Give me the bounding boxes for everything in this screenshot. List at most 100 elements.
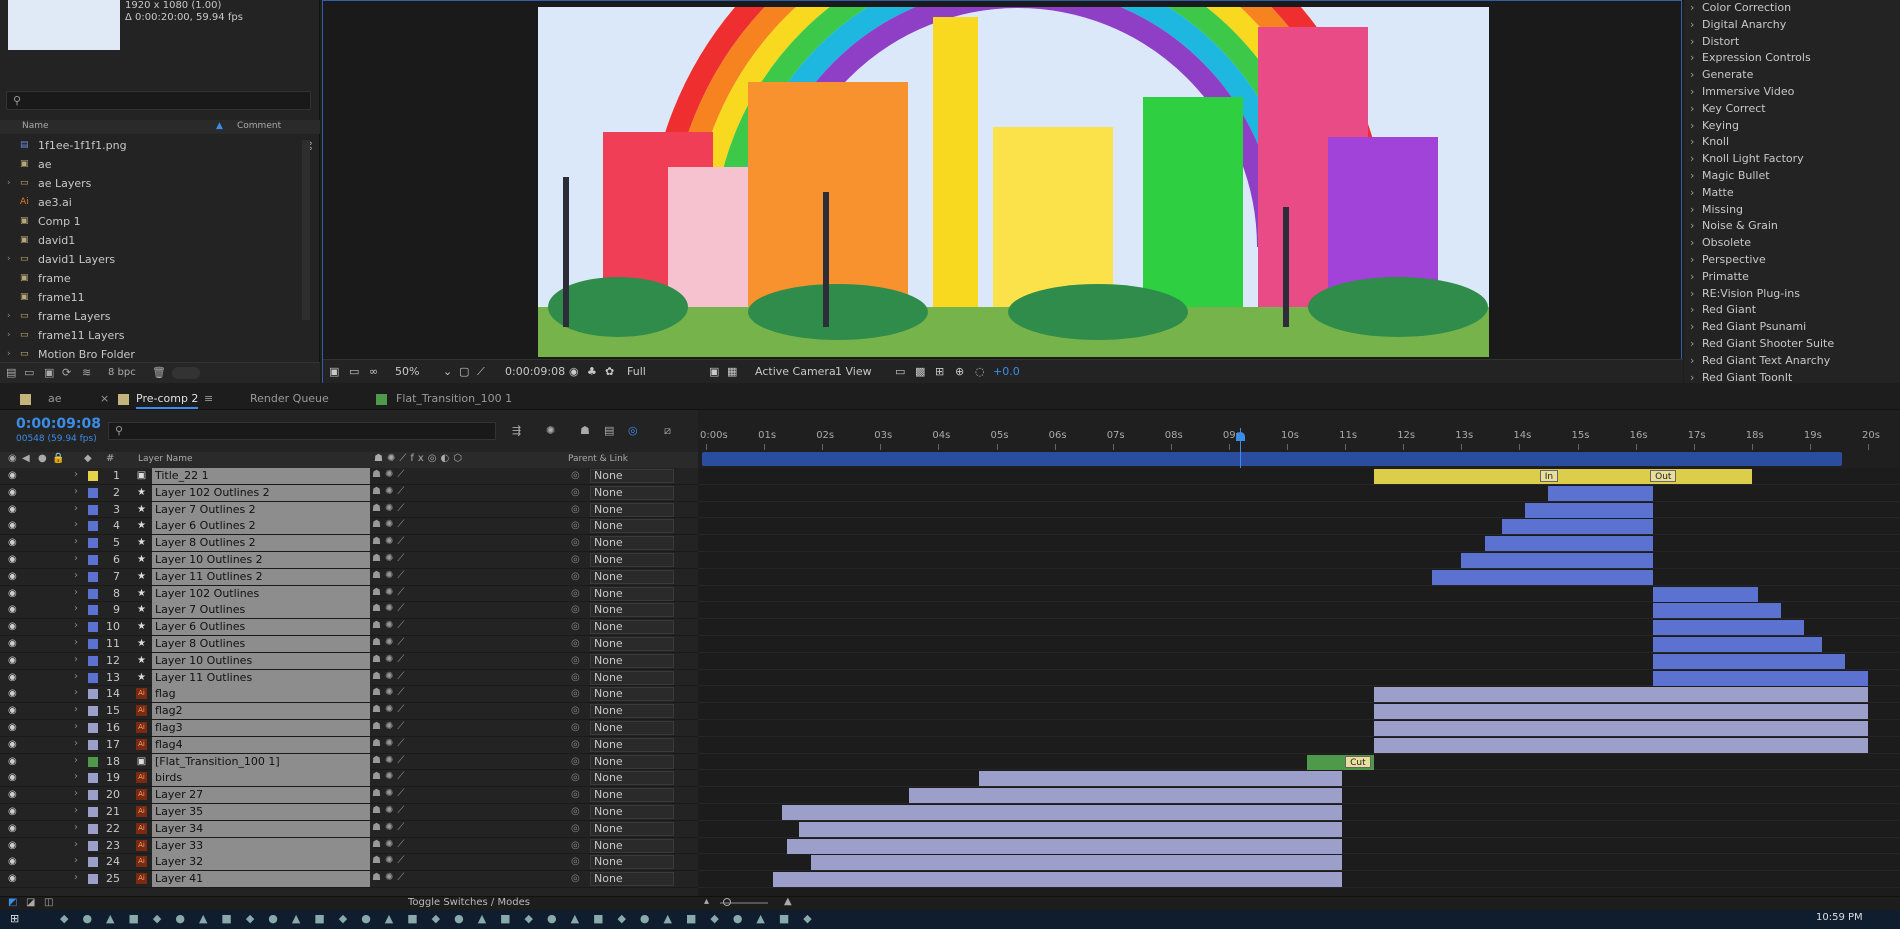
parent-select[interactable]: None xyxy=(590,569,674,584)
layer-row[interactable]: ◉ › 17 Ai flag4 ☗✺⟋ ◎ None xyxy=(0,736,698,754)
layer-duration-bar[interactable] xyxy=(810,855,1343,871)
layer-switches[interactable]: ☗✺⟋ xyxy=(372,503,408,514)
bpc-button[interactable]: 8 bpc xyxy=(108,367,136,378)
current-time-display[interactable]: 0:00:09:08 xyxy=(16,416,101,432)
layer-label-color[interactable] xyxy=(88,840,98,851)
layer-switches[interactable]: ☗✺⟋ xyxy=(372,620,408,631)
layer-row[interactable]: ◉ › 18 ▣ [Flat_Transition_100 1] ☗✺⟋ ◎ None xyxy=(0,753,698,771)
layer-switches[interactable]: ☗✺⟋ xyxy=(372,704,408,715)
viewer-timecode[interactable]: 0:00:09:08 xyxy=(505,365,565,378)
eye-icon[interactable]: ◉ xyxy=(8,621,17,632)
region-of-interest-icon[interactable]: ▣ xyxy=(709,365,719,378)
effect-category[interactable]: Red Giant xyxy=(1684,302,1900,319)
parent-select[interactable]: None xyxy=(590,788,674,803)
layer-duration-bar[interactable] xyxy=(1653,586,1758,602)
layer-switches[interactable]: ☗✺⟋ xyxy=(372,771,408,782)
start-icon[interactable]: ⊞ xyxy=(10,912,19,925)
layer-name[interactable]: Layer 7 Outlines 2 xyxy=(152,501,370,518)
layer-row[interactable]: ◉ › 21 Ai Layer 35 ☗✺⟋ ◎ None xyxy=(0,804,698,821)
layer-row[interactable]: ◉ › 2 ★ Layer 102 Outlines 2 ☗✺⟋ ◎ None xyxy=(0,484,698,502)
video-toggle-icon[interactable]: ◉ xyxy=(8,453,17,464)
layer-label-color[interactable] xyxy=(88,622,98,633)
pick-whip-icon[interactable]: ◎ xyxy=(571,554,580,565)
eye-icon[interactable]: ◉ xyxy=(8,789,17,800)
transparency-grid-icon[interactable]: ▦ xyxy=(727,365,737,378)
zoom-in-icon[interactable]: ▲ xyxy=(784,896,792,907)
vr-glasses-icon[interactable]: ∞ xyxy=(369,365,378,378)
layer-duration-bar[interactable] xyxy=(1374,469,1752,484)
pick-whip-icon[interactable]: ◎ xyxy=(571,621,580,632)
layer-label-color[interactable] xyxy=(88,706,98,717)
layer-label-color[interactable] xyxy=(88,487,98,498)
eye-icon[interactable]: ◉ xyxy=(8,554,17,565)
label-icon[interactable]: ◆ xyxy=(84,453,92,464)
flow-icon[interactable]: ⟳ xyxy=(62,366,71,379)
timeline-icon[interactable]: ▩ xyxy=(915,365,925,378)
current-time-indicator-head[interactable] xyxy=(1236,432,1245,441)
tab-ae[interactable]: ae xyxy=(48,392,62,405)
pick-whip-icon[interactable]: ◎ xyxy=(571,772,580,783)
expand-chevron-icon[interactable]: › xyxy=(7,307,11,326)
expand-chevron-icon[interactable]: › xyxy=(74,822,78,833)
layer-label-color[interactable] xyxy=(88,773,98,784)
layer-marker-cut[interactable]: Cut xyxy=(1345,755,1371,768)
layer-label-color[interactable] xyxy=(88,689,98,700)
layer-duration-bar[interactable] xyxy=(1653,670,1868,686)
layer-label-color[interactable] xyxy=(88,639,98,649)
expand-chevron-icon[interactable]: › xyxy=(74,687,78,698)
layer-duration-bar[interactable] xyxy=(787,838,1343,854)
layer-name[interactable]: Layer 11 Outlines xyxy=(152,669,370,686)
project-settings-icon[interactable]: ≋ xyxy=(82,366,91,379)
layer-duration-bar[interactable] xyxy=(909,788,1343,804)
layer-duration-bar[interactable] xyxy=(1653,637,1822,652)
layer-row[interactable]: ◉ › 7 ★ Layer 11 Outlines 2 ☗✺⟋ ◎ None xyxy=(0,568,698,586)
column-parent-link[interactable]: Parent & Link xyxy=(568,454,628,464)
expand-chevron-icon[interactable]: › xyxy=(74,788,78,799)
pick-whip-icon[interactable]: ◎ xyxy=(571,604,580,615)
layer-name[interactable]: birds xyxy=(152,770,370,787)
eye-icon[interactable]: ◉ xyxy=(8,604,17,615)
parent-select[interactable]: None xyxy=(590,603,674,618)
eye-icon[interactable]: ◉ xyxy=(8,520,17,531)
pick-whip-icon[interactable]: ◎ xyxy=(571,873,580,884)
eye-icon[interactable]: ◉ xyxy=(8,688,17,699)
pick-whip-icon[interactable]: ◎ xyxy=(571,655,580,666)
zoom-slider-handle[interactable] xyxy=(723,898,731,906)
sort-ascending-icon[interactable]: ▲ xyxy=(216,121,223,131)
layer-switches[interactable]: ☗✺⟋ xyxy=(372,788,408,799)
project-item[interactable]: Ai ae3.ai xyxy=(0,193,320,212)
draft-3d-icon[interactable]: ✺ xyxy=(546,424,555,437)
layer-name[interactable]: Layer 6 Outlines xyxy=(152,619,370,636)
parent-select[interactable]: None xyxy=(590,704,674,719)
color-channel-icon[interactable]: ✿ xyxy=(605,365,614,378)
effect-category[interactable]: Red Giant Text Anarchy xyxy=(1684,353,1900,370)
parent-select[interactable]: None xyxy=(590,687,674,702)
effect-category[interactable]: Obsolete xyxy=(1684,235,1900,252)
effect-category[interactable]: Digital Anarchy xyxy=(1684,17,1900,34)
layer-name[interactable]: Layer 102 Outlines xyxy=(152,585,370,602)
eye-icon[interactable]: ◉ xyxy=(8,672,17,683)
expand-chevron-icon[interactable]: › xyxy=(74,637,78,648)
layer-row[interactable]: ◉ › 6 ★ Layer 10 Outlines 2 ☗✺⟋ ◎ None xyxy=(0,552,698,569)
expand-chevron-icon[interactable]: › xyxy=(74,503,78,514)
project-search-input[interactable]: ⚲ xyxy=(6,91,311,110)
layer-switches[interactable]: ☗✺⟋ xyxy=(372,486,408,497)
layer-row[interactable]: ◉ › 11 ★ Layer 8 Outlines ☗✺⟋ ◎ None xyxy=(0,636,698,653)
eye-icon[interactable]: ◉ xyxy=(8,873,17,884)
layer-label-color[interactable] xyxy=(88,588,98,599)
layer-name[interactable]: Layer 11 Outlines 2 xyxy=(152,568,370,585)
layer-row[interactable]: ◉ › 10 ★ Layer 6 Outlines ☗✺⟋ ◎ None xyxy=(0,619,698,636)
effect-category[interactable]: Key Correct xyxy=(1684,101,1900,118)
layer-duration-bar[interactable] xyxy=(1374,687,1868,703)
parent-select[interactable]: None xyxy=(590,469,674,483)
network-icon[interactable]: ⊕ xyxy=(955,365,964,378)
layer-label-color[interactable] xyxy=(88,571,98,582)
eye-icon[interactable]: ◉ xyxy=(8,655,17,666)
effect-category[interactable]: Generate xyxy=(1684,67,1900,84)
layer-row[interactable]: ◉ › 5 ★ Layer 8 Outlines 2 ☗✺⟋ ◎ None xyxy=(0,535,698,552)
layer-switches[interactable]: ☗✺⟋ xyxy=(372,603,408,614)
expand-chevron-icon[interactable]: › xyxy=(74,654,78,665)
layer-name[interactable]: flag xyxy=(152,686,370,703)
pick-whip-icon[interactable]: ◎ xyxy=(571,638,580,649)
views-select[interactable]: 1 View xyxy=(835,365,872,378)
